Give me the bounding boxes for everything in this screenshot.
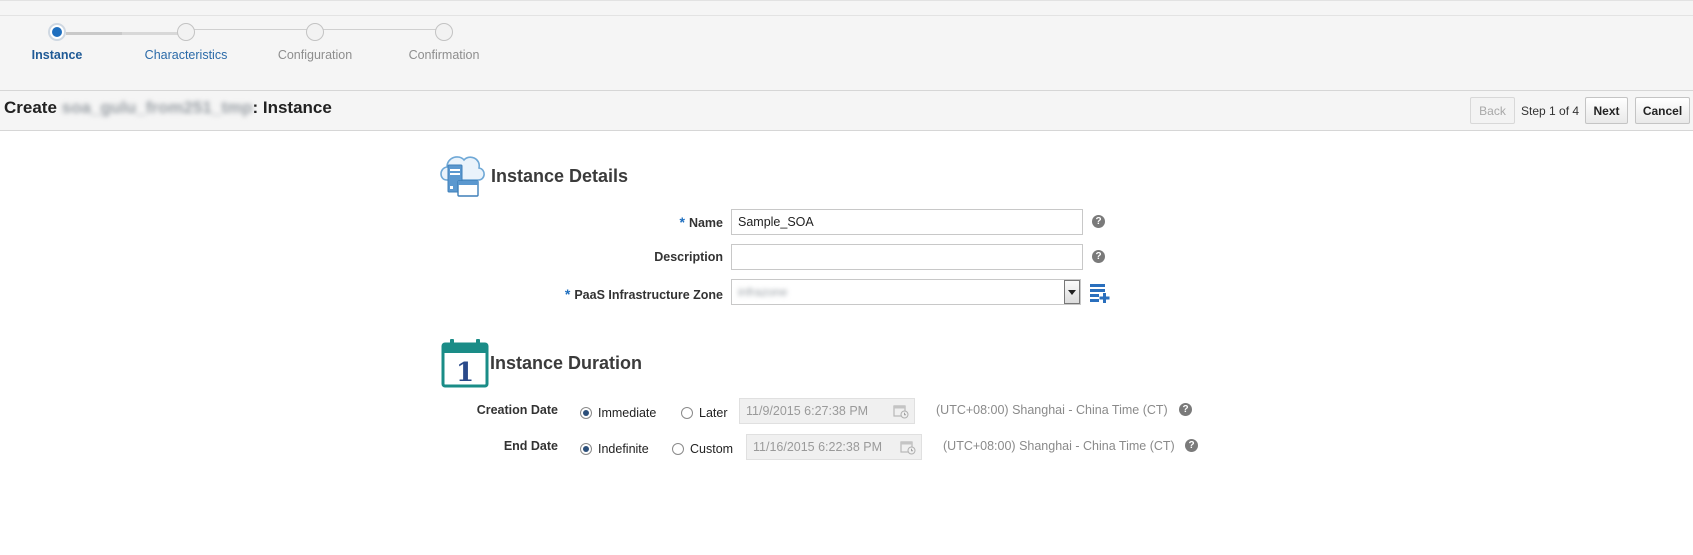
page-header: Create soa_gulu_from251_tmp: Instance Ba…: [0, 91, 1693, 131]
step-indicator: Step 1 of 4: [1521, 104, 1580, 118]
train-step-instance[interactable]: Instance: [32, 48, 83, 62]
creation-date-label: Creation Date: [476, 403, 558, 417]
required-indicator: *: [679, 214, 685, 230]
creation-help-icon[interactable]: ?: [1179, 403, 1192, 416]
description-field[interactable]: [731, 244, 1083, 270]
end-timezone: (UTC+08:00) Shanghai - China Time (CT): [943, 439, 1175, 453]
train-step-configuration: Configuration: [277, 48, 353, 62]
add-list-icon[interactable]: [1089, 282, 1111, 304]
end-custom-label[interactable]: Custom: [690, 442, 733, 456]
creation-later-label[interactable]: Later: [699, 406, 728, 420]
instance-duration-title: Instance Duration: [490, 353, 643, 373]
zone-dropdown-arrow-icon[interactable]: [1064, 280, 1080, 304]
end-date-picker-icon: [900, 439, 916, 455]
description-label: Description: [654, 250, 723, 264]
required-indicator: *: [564, 286, 571, 302]
train-step-confirmation: Confirmation: [408, 48, 480, 62]
train-step-configuration-dot: [306, 23, 324, 41]
page-title: Create soa_gulu_from251_tmp: Instance: [4, 98, 332, 118]
end-indefinite-label[interactable]: Indefinite: [598, 442, 649, 456]
end-date-label: End Date: [503, 439, 558, 453]
creation-later-radio[interactable]: [681, 407, 693, 419]
creation-date-field: 11/9/2015 6:27:38 PM: [739, 398, 915, 424]
train-progress-segment: [66, 32, 122, 35]
train-step-confirmation-dot: [435, 23, 453, 41]
page-title-suffix: : Instance: [252, 98, 332, 117]
cancel-button[interactable]: Cancel: [1635, 97, 1690, 124]
end-date-value: 11/16/2015 6:22:38 PM: [753, 440, 883, 454]
train-step-characteristics-dot[interactable]: [177, 23, 195, 41]
end-custom-radio[interactable]: [672, 443, 684, 455]
zone-label: * PaaS Infrastructure Zone: [565, 286, 723, 302]
creation-immediate-radio[interactable]: [580, 407, 592, 419]
zone-select[interactable]: infrazone: [731, 279, 1081, 305]
end-help-icon[interactable]: ?: [1185, 439, 1198, 452]
cloud-server-icon: [437, 150, 487, 200]
creation-date-value: 11/9/2015 6:27:38 PM: [746, 404, 869, 418]
calendar-icon: 1: [441, 338, 489, 388]
end-date-field: 11/16/2015 6:22:38 PM: [746, 434, 922, 460]
calendar-number: 1: [456, 358, 474, 388]
train-connector: [323, 29, 436, 30]
wizard-train: Instance Characteristics Configuration C…: [0, 0, 1693, 91]
creation-timezone: (UTC+08:00) Shanghai - China Time (CT): [936, 403, 1168, 417]
train-step-characteristics[interactable]: Characteristics: [145, 48, 228, 62]
page-title-prefix: Create: [4, 98, 62, 117]
next-button[interactable]: Next: [1585, 97, 1628, 124]
name-label-text: Name: [688, 216, 723, 230]
name-label: * Name: [680, 214, 724, 230]
end-indefinite-radio[interactable]: [580, 443, 592, 455]
creation-date-picker-icon: [893, 403, 909, 419]
back-button[interactable]: Back: [1470, 97, 1515, 124]
creation-immediate-label[interactable]: Immediate: [598, 406, 656, 420]
page-title-service-name: soa_gulu_from251_tmp: [61, 98, 253, 117]
train-connector: [194, 29, 307, 30]
name-help-icon[interactable]: ?: [1092, 215, 1105, 228]
description-help-icon[interactable]: ?: [1092, 250, 1105, 263]
instance-details-title: Instance Details: [491, 166, 629, 186]
zone-label-text: PaaS Infrastructure Zone: [574, 288, 723, 302]
name-field[interactable]: Sample_SOA: [731, 209, 1083, 235]
train-step-instance-dot[interactable]: [48, 23, 66, 41]
zone-select-value: infrazone: [738, 285, 788, 299]
